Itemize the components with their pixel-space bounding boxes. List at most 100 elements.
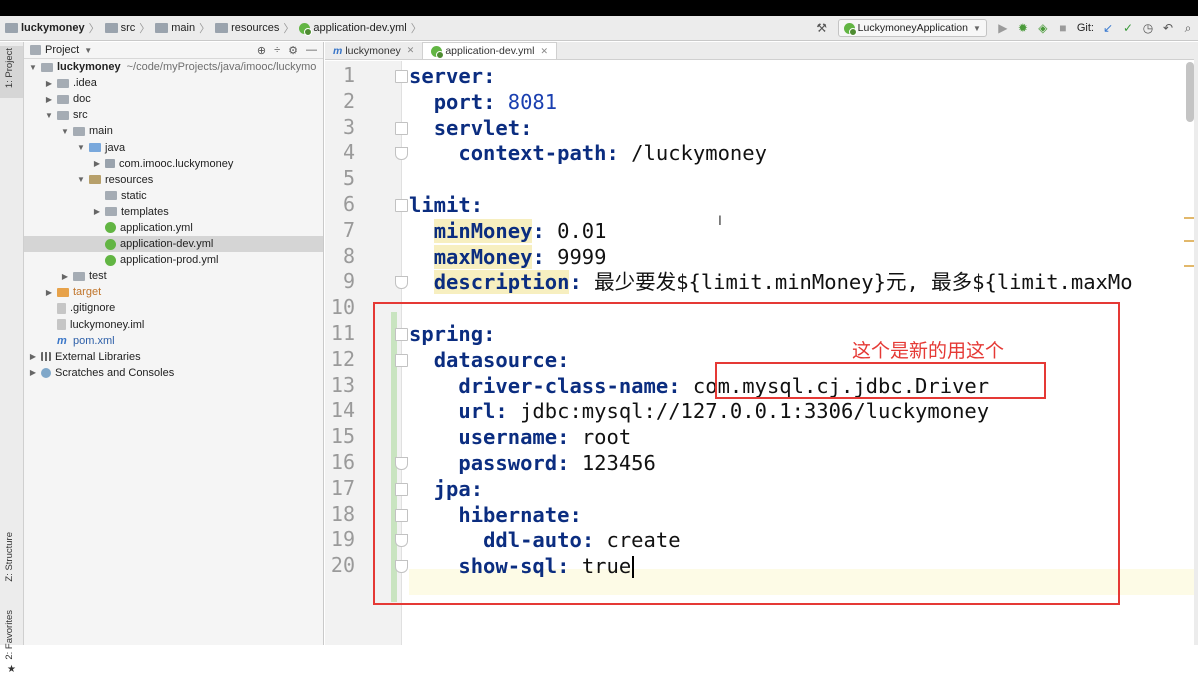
close-icon[interactable]: ✕ <box>540 46 548 57</box>
breadcrumb-item[interactable]: application-dev.yml 〉 <box>294 20 422 36</box>
tab-structure[interactable]: Z: Structure <box>4 532 15 582</box>
yaml-key: port <box>433 89 484 114</box>
tab-favorites[interactable]: 2: Favorites <box>4 610 15 660</box>
git-commit-icon[interactable]: ✓ <box>1118 21 1138 35</box>
tree-item[interactable]: ▶ target <box>24 284 323 300</box>
locate-icon[interactable]: ⊕ <box>257 44 266 57</box>
collapse-icon[interactable]: ÷ <box>274 44 280 57</box>
chevron-right-icon: 〉 <box>410 23 422 35</box>
chevron-down-icon[interactable]: ▼ <box>84 46 92 55</box>
tree-item-label: application-dev.yml <box>120 238 214 251</box>
yaml-value: 9999 <box>557 244 607 269</box>
editor-tab[interactable]: m luckymoney ✕ <box>325 42 422 59</box>
gear-icon[interactable]: ⚙ <box>288 44 298 57</box>
editor-tab[interactable]: application-dev.yml ✕ <box>422 42 557 59</box>
tree-item[interactable]: application.yml <box>24 220 323 236</box>
line-number: 19 <box>330 527 355 552</box>
search-icon[interactable]: ⌕ <box>1178 21 1198 36</box>
fold-marker-icon[interactable] <box>395 147 408 161</box>
tree-item[interactable]: application-prod.yml <box>24 252 323 268</box>
fold-marker-icon[interactable] <box>395 560 408 574</box>
toolbar: ⚒ LuckymoneyApplication ▼ ▶ ✹ ◈ ■ Git: ↙… <box>812 16 1198 40</box>
tab-project[interactable]: 1: Project <box>4 48 15 88</box>
line-number: 2 <box>342 88 355 113</box>
tree-item[interactable]: static <box>24 188 323 204</box>
code-area[interactable]: server: port: 8081 servlet: context-path… <box>409 61 1198 645</box>
yaml-value: 123456 <box>581 451 656 475</box>
close-icon[interactable]: ✕ <box>407 45 415 56</box>
tree-item[interactable]: ▶ test <box>24 268 323 284</box>
chevron-down-icon[interactable]: ▼ <box>28 63 38 72</box>
tree-item[interactable]: ▶ templates <box>24 204 323 220</box>
chevron-down-icon[interactable]: ▼ <box>44 111 54 120</box>
git-update-icon[interactable]: ↙ <box>1098 21 1118 35</box>
project-view-select[interactable]: Project <box>45 44 79 56</box>
tree-item[interactable]: ▶ doc <box>24 91 323 107</box>
breadcrumb-item[interactable]: luckymoney 〉 <box>0 20 100 36</box>
yaml-key: username <box>458 425 558 450</box>
run-config-label: LuckymoneyApplication <box>857 22 968 34</box>
fold-marker-icon[interactable] <box>395 482 408 496</box>
tree-item[interactable]: m pom.xml <box>24 333 323 349</box>
tree-item[interactable]: luckymoney.iml <box>24 317 323 333</box>
breadcrumb-item[interactable]: src 〉 <box>100 20 150 36</box>
fold-marker-icon[interactable] <box>395 353 408 367</box>
breadcrumb-item[interactable]: main 〉 <box>150 20 210 36</box>
line-number: 16 <box>330 450 355 474</box>
tree-item[interactable]: ▶ External Libraries <box>24 349 323 365</box>
chevron-down-icon[interactable]: ▼ <box>60 127 70 136</box>
run-config-select[interactable]: LuckymoneyApplication ▼ <box>837 19 987 37</box>
project-panel: Project ▼ ⊕ ÷ ⚙ — ▼ luckymoney ~/code/my… <box>24 42 324 645</box>
fold-marker-icon[interactable] <box>395 121 408 135</box>
chevron-down-icon: ▼ <box>972 23 981 33</box>
code-line: jpa: <box>433 476 484 501</box>
fold-marker-icon[interactable] <box>395 276 408 290</box>
chevron-right-icon[interactable]: ▶ <box>92 207 102 216</box>
stop-icon[interactable]: ■ <box>1053 21 1073 35</box>
chevron-right-icon[interactable]: ▶ <box>60 272 70 281</box>
tree-item-label: External Libraries <box>55 350 141 363</box>
debug-icon[interactable]: ✹ <box>1013 21 1033 35</box>
yaml-key: servlet <box>433 115 521 140</box>
chevron-right-icon[interactable]: ▶ <box>44 288 54 297</box>
tree-root[interactable]: ▼ luckymoney ~/code/myProjects/java/imoo… <box>24 59 323 75</box>
history-icon[interactable]: ◷ <box>1138 21 1158 35</box>
chevron-right-icon[interactable]: ▶ <box>92 159 102 168</box>
code-line: server: <box>409 64 496 88</box>
fold-marker-icon[interactable] <box>395 199 408 212</box>
tree-root-label: luckymoney <box>57 61 121 74</box>
run-icon[interactable]: ▶ <box>993 21 1013 35</box>
tree-item[interactable]: ▼ src <box>24 107 323 123</box>
editor: m luckymoney ✕ application-dev.yml ✕ 1234567… <box>325 42 1198 645</box>
rollback-icon[interactable]: ↶ <box>1158 21 1178 35</box>
minimize-icon[interactable]: — <box>306 44 317 57</box>
chevron-right-icon[interactable]: ▶ <box>28 368 38 377</box>
chevron-down-icon[interactable]: ▼ <box>76 175 86 184</box>
folder-icon <box>73 271 85 281</box>
yaml-key: password <box>458 451 558 475</box>
tree-item[interactable]: application-dev.yml <box>24 236 323 253</box>
fold-marker-icon[interactable] <box>395 534 408 548</box>
fold-marker-icon[interactable] <box>395 328 408 341</box>
tree-item[interactable]: ▶ .idea <box>24 75 323 91</box>
left-tool-strip: 1: Project Z: Structure 2: Favorites ★ <box>0 42 24 675</box>
fold-marker-icon[interactable] <box>395 70 408 83</box>
chevron-right-icon[interactable]: ▶ <box>28 352 38 361</box>
chevron-right-icon[interactable]: ▶ <box>44 95 54 104</box>
fold-marker-icon[interactable] <box>395 457 408 470</box>
coverage-icon[interactable]: ◈ <box>1033 21 1053 35</box>
tree-item[interactable]: .gitignore <box>24 300 323 316</box>
fold-marker-icon[interactable] <box>395 508 408 522</box>
tree-item[interactable]: ▶ com.imooc.luckymoney <box>24 156 323 172</box>
folder-icon <box>89 143 101 153</box>
editor-scrollbar[interactable] <box>1186 62 1194 122</box>
chevron-right-icon[interactable]: ▶ <box>44 79 54 88</box>
tree-item[interactable]: ▼ main <box>24 123 323 139</box>
tree-item[interactable]: ▼ java <box>24 139 323 155</box>
breadcrumb-item[interactable]: resources 〉 <box>210 20 294 36</box>
yaml-value: create <box>606 528 681 553</box>
tree-item[interactable]: ▼ resources <box>24 172 323 188</box>
tree-item[interactable]: ▶ Scratches and Consoles <box>24 365 323 381</box>
hammer-icon[interactable]: ⚒ <box>812 21 832 35</box>
chevron-down-icon[interactable]: ▼ <box>76 143 86 152</box>
